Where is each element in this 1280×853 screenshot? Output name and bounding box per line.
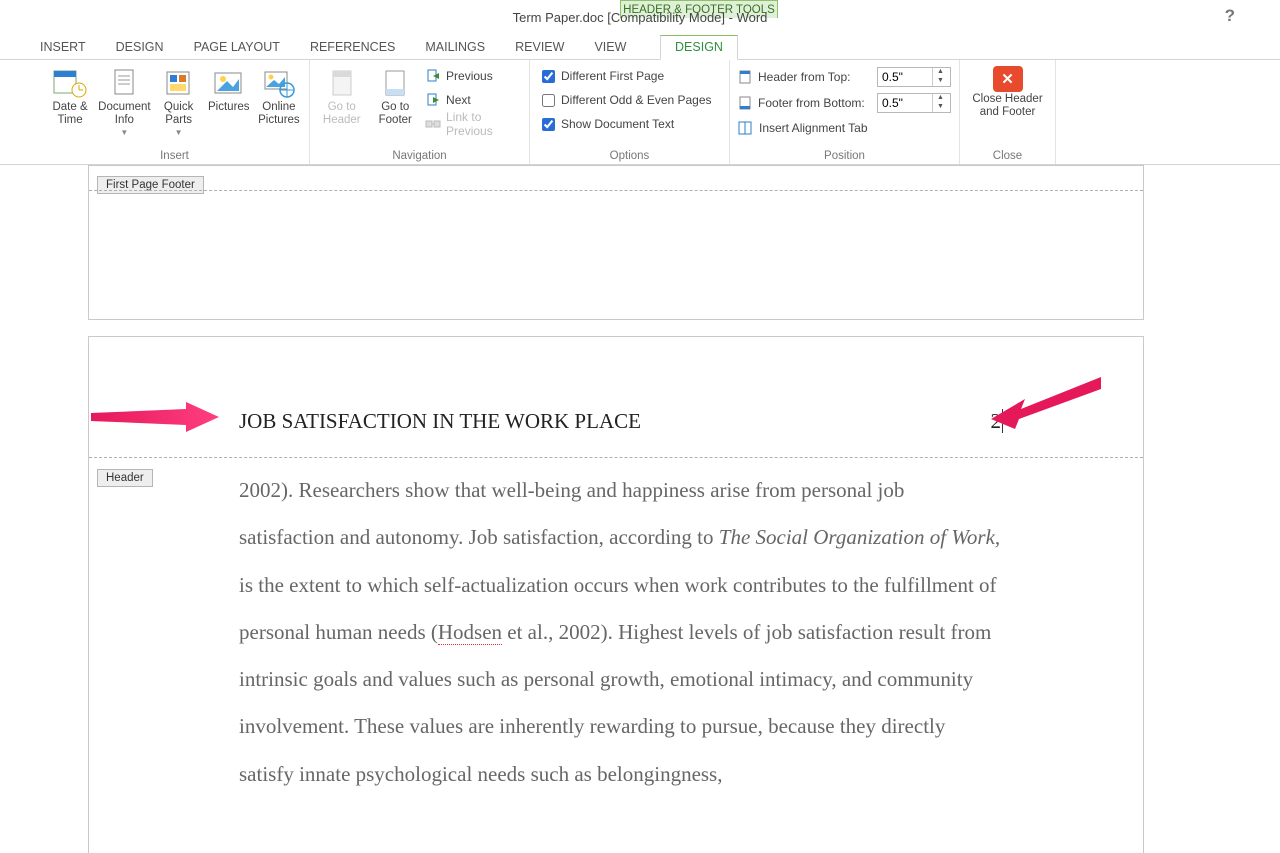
tab-mailings[interactable]: MAILINGS xyxy=(423,36,487,59)
header-tag: Header xyxy=(97,469,153,487)
body-text-italic: The Social Organization of Work, xyxy=(719,525,1000,549)
next-button[interactable]: Next xyxy=(425,90,521,110)
online-pictures-button[interactable]: Online Pictures xyxy=(257,64,301,164)
document-info-icon xyxy=(106,66,142,100)
footer-from-bottom-input[interactable] xyxy=(878,96,932,110)
ribbon: Date & Time Document Info ▼ Quick Parts … xyxy=(0,60,1280,165)
footer-from-bottom-spinner[interactable]: ▲▼ xyxy=(877,93,951,113)
previous-label: Previous xyxy=(446,69,493,83)
dropdown-caret-icon: ▼ xyxy=(120,128,128,137)
insert-alignment-tab-label: Insert Alignment Tab xyxy=(759,121,868,135)
link-to-previous-button[interactable]: Link to Previous xyxy=(425,114,521,134)
header-from-top-icon xyxy=(738,70,752,84)
previous-icon xyxy=(425,68,441,84)
group-label-insert: Insert xyxy=(40,150,309,162)
next-icon xyxy=(425,92,441,108)
link-to-previous-label: Link to Previous xyxy=(446,110,521,138)
help-icon[interactable]: ? xyxy=(1225,6,1235,26)
ribbon-group-navigation: Go to Header Go to Footer Previous xyxy=(310,60,530,164)
page-1-fragment[interactable]: First Page Footer xyxy=(88,165,1144,320)
ribbon-group-position: Header from Top: ▲▼ Footer from Bottom: … xyxy=(730,60,960,164)
different-odd-even-checkbox[interactable]: Different Odd & Even Pages xyxy=(542,90,712,110)
running-head[interactable]: JOB SATISFACTION IN THE WORK PLACE 2 xyxy=(239,409,1003,434)
goto-footer-button[interactable]: Go to Footer xyxy=(372,64,420,164)
date-time-label: Date & Time xyxy=(48,101,92,127)
pictures-icon xyxy=(211,66,247,100)
group-label-navigation: Navigation xyxy=(310,150,529,162)
page-2-fragment[interactable]: JOB SATISFACTION IN THE WORK PLACE 2 Hea… xyxy=(88,336,1144,853)
close-hf-label: Close Header and Footer xyxy=(969,93,1047,119)
tab-page-layout[interactable]: PAGE LAYOUT xyxy=(192,36,282,59)
goto-header-button[interactable]: Go to Header xyxy=(318,64,366,164)
footer-from-bottom-icon xyxy=(738,96,752,110)
tab-hf-design[interactable]: DESIGN xyxy=(660,35,738,60)
header-from-top-spinner[interactable]: ▲▼ xyxy=(877,67,951,87)
document-body-text[interactable]: 2002). Researchers show that well-being … xyxy=(239,467,1003,798)
previous-button[interactable]: Previous xyxy=(425,66,521,86)
tab-design[interactable]: DESIGN xyxy=(114,36,166,59)
running-head-text[interactable]: JOB SATISFACTION IN THE WORK PLACE xyxy=(239,409,641,434)
diff-first-page-label: Different First Page xyxy=(561,69,664,83)
link-to-previous-icon xyxy=(425,116,441,132)
spinner-down-icon[interactable]: ▼ xyxy=(933,103,948,112)
goto-footer-label: Go to Footer xyxy=(372,101,420,127)
show-document-text-checkbox[interactable]: Show Document Text xyxy=(542,114,712,134)
online-pictures-icon xyxy=(261,66,297,100)
group-label-position: Position xyxy=(730,150,959,162)
document-info-button[interactable]: Document Info ▼ xyxy=(98,64,150,164)
quick-parts-button[interactable]: Quick Parts ▼ xyxy=(157,64,201,164)
alignment-tab-icon xyxy=(738,120,754,136)
insert-alignment-tab-button[interactable]: Insert Alignment Tab xyxy=(738,118,951,138)
pictures-button[interactable]: Pictures xyxy=(207,64,251,164)
diff-odd-even-input[interactable] xyxy=(542,94,555,107)
calendar-clock-icon xyxy=(52,66,88,100)
date-time-button[interactable]: Date & Time xyxy=(48,64,92,164)
body-text-spelling-error: Hodsen xyxy=(438,620,502,645)
group-label-close: Close xyxy=(960,150,1055,162)
show-doc-text-input[interactable] xyxy=(542,118,555,131)
header-from-top-label: Header from Top: xyxy=(758,70,871,84)
tab-references[interactable]: REFERENCES xyxy=(308,36,397,59)
quick-parts-icon xyxy=(161,66,197,100)
header-boundary-line xyxy=(89,457,1143,458)
tab-insert[interactable]: INSERT xyxy=(38,36,88,59)
document-info-label: Document Info xyxy=(98,101,150,127)
group-label-options: Options xyxy=(530,150,729,162)
goto-header-icon xyxy=(324,66,360,100)
footer-from-bottom-label: Footer from Bottom: xyxy=(758,96,871,110)
ribbon-group-options: Different First Page Different Odd & Eve… xyxy=(530,60,730,164)
next-label: Next xyxy=(446,93,471,107)
spinner-up-icon[interactable]: ▲ xyxy=(933,68,948,77)
ribbon-group-close: ✕ Close Header and Footer Close xyxy=(960,60,1056,164)
quick-parts-label: Quick Parts xyxy=(157,101,201,127)
pictures-label: Pictures xyxy=(208,101,250,114)
goto-header-label: Go to Header xyxy=(318,101,366,127)
online-pictures-label: Online Pictures xyxy=(257,101,301,127)
annotation-arrow-right xyxy=(991,377,1101,432)
goto-footer-icon xyxy=(377,66,413,100)
different-first-page-checkbox[interactable]: Different First Page xyxy=(542,66,712,86)
body-text-segment: et al., 2002). Highest levels of job sat… xyxy=(239,620,991,786)
titlebar: HEADER & FOOTER TOOLS Term Paper.doc [Co… xyxy=(0,0,1280,32)
page-number[interactable]: 2 xyxy=(991,409,1004,433)
dropdown-caret-icon: ▼ xyxy=(175,128,183,137)
ribbon-tabs: INSERT DESIGN PAGE LAYOUT REFERENCES MAI… xyxy=(0,32,1280,60)
diff-first-page-input[interactable] xyxy=(542,70,555,83)
footer-boundary-line xyxy=(89,190,1143,191)
annotation-arrow-left xyxy=(91,399,221,439)
ribbon-group-insert: Date & Time Document Info ▼ Quick Parts … xyxy=(40,60,310,164)
header-from-top-input[interactable] xyxy=(878,70,932,84)
show-doc-text-label: Show Document Text xyxy=(561,117,674,131)
window-title: Term Paper.doc [Compatibility Mode] - Wo… xyxy=(513,10,768,25)
spinner-down-icon[interactable]: ▼ xyxy=(933,77,948,86)
document-canvas[interactable]: First Page Footer JOB SATISFACTION IN TH… xyxy=(0,165,1280,853)
spinner-up-icon[interactable]: ▲ xyxy=(933,94,948,103)
first-page-footer-tag: First Page Footer xyxy=(97,176,204,194)
close-icon: ✕ xyxy=(993,66,1023,92)
tab-review[interactable]: REVIEW xyxy=(513,36,566,59)
close-header-footer-button[interactable]: ✕ Close Header and Footer xyxy=(969,64,1047,164)
diff-odd-even-label: Different Odd & Even Pages xyxy=(561,93,712,107)
